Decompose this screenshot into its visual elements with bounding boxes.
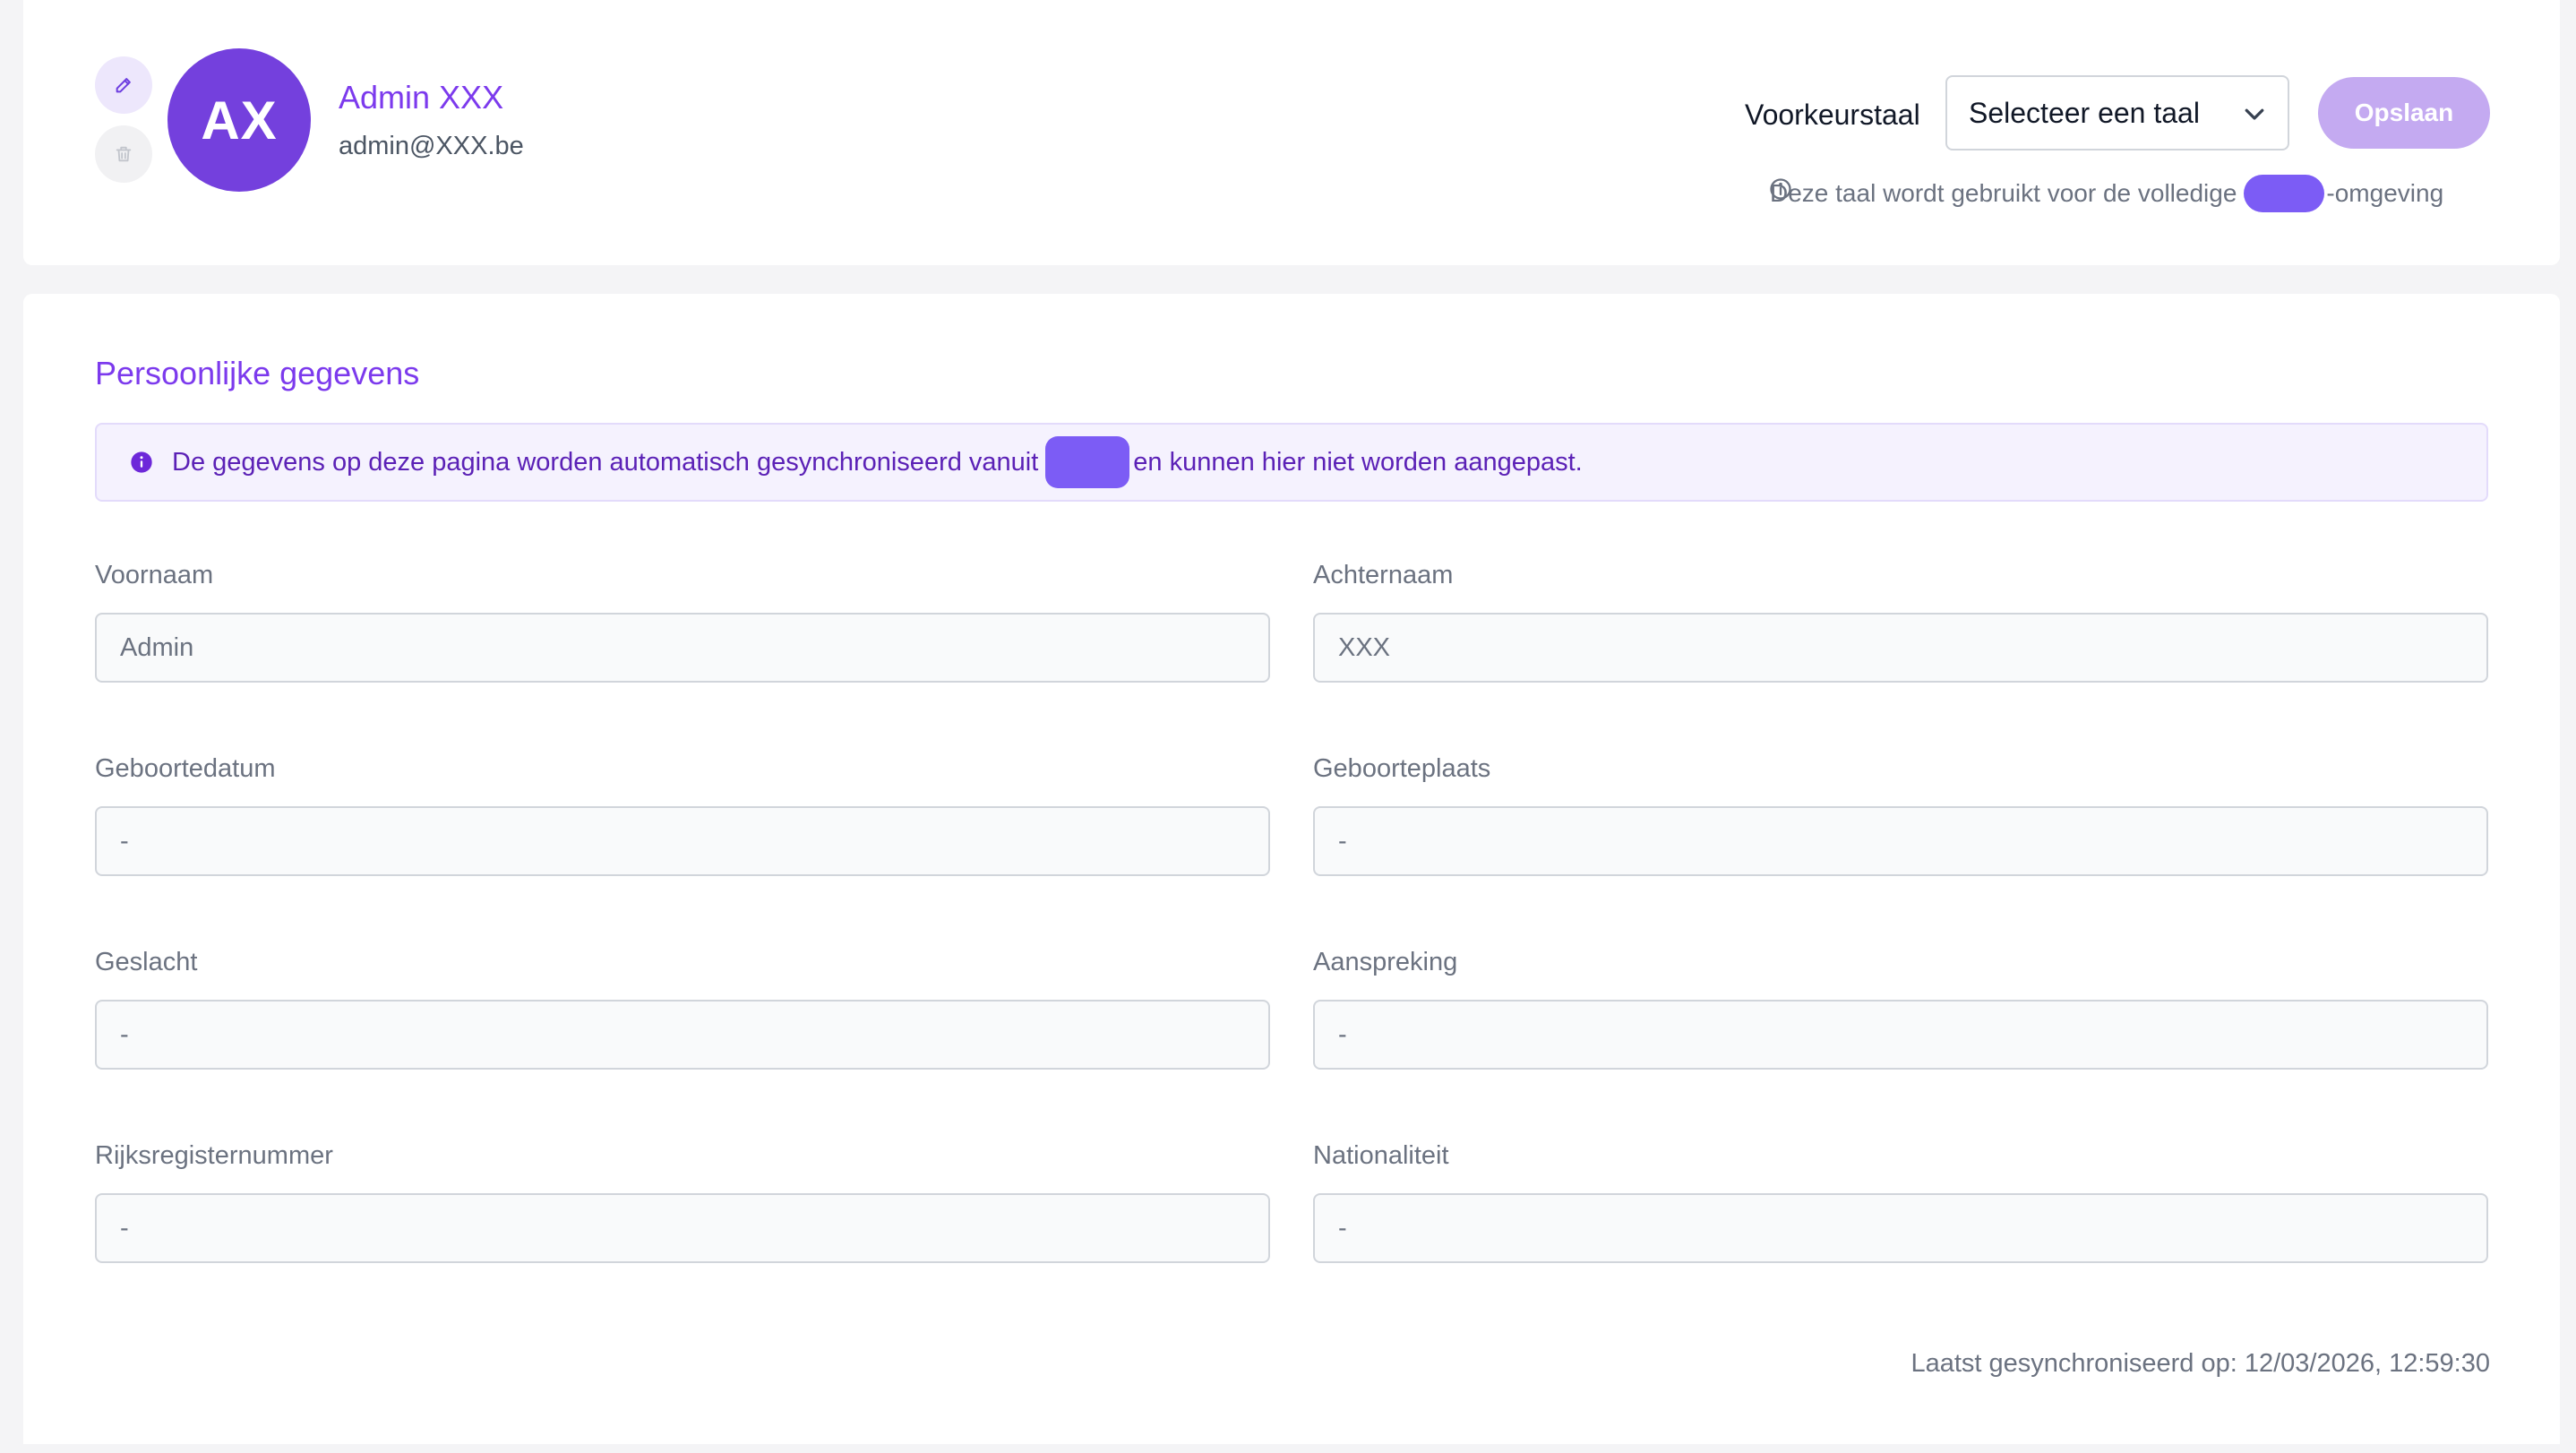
avatar: AX [167, 48, 311, 192]
delete-avatar-button[interactable] [95, 125, 152, 183]
language-label: Voorkeurstaal [1745, 99, 1920, 131]
language-select-value: Selecteer een taal [1969, 96, 2200, 129]
first-name-field[interactable]: Admin [95, 613, 1270, 683]
redacted-source-name [1045, 436, 1130, 488]
language-hint-text-before: Deze taal wordt gebruikt voor de volledi… [1770, 179, 2237, 207]
salutation-field[interactable]: - [1313, 1000, 2488, 1070]
language-hint: Deze taal wordt gebruikt voor de volledi… [1770, 175, 2443, 212]
pencil-icon [116, 78, 131, 93]
trash-icon [116, 146, 132, 162]
birth-place-label: Geboorteplaats [1313, 754, 1491, 783]
sync-notice: De gegevens op deze pagina worden automa… [95, 423, 2488, 502]
user-email: admin@XXX.be [339, 132, 524, 160]
chevron-down-icon [2245, 108, 2264, 120]
national-number-label: Rijksregisternummer [95, 1141, 333, 1170]
nationality-field[interactable]: - [1313, 1193, 2488, 1263]
redacted-app-name [2244, 175, 2325, 212]
national-number-field[interactable]: - [95, 1193, 1270, 1263]
nationality-label: Nationaliteit [1313, 1141, 1449, 1170]
birth-date-field[interactable]: - [95, 806, 1270, 876]
last-name-label: Achternaam [1313, 561, 1454, 589]
info-circle-icon [1770, 178, 1791, 200]
profile-page: AX Admin XXX admin@XXX.be Voorkeurstaal … [0, 0, 2576, 1453]
section-title: Persoonlijke gegevens [95, 355, 420, 391]
sync-notice-text-before: De gegevens op deze pagina worden automa… [172, 447, 1039, 477]
edit-avatar-button[interactable] [95, 56, 152, 114]
last-name-field[interactable]: XXX [1313, 613, 2488, 683]
personal-data-card: Persoonlijke gegevens De gegevens op dez… [23, 294, 2560, 1444]
gender-field[interactable]: - [95, 1000, 1270, 1070]
birth-place-field[interactable]: - [1313, 806, 2488, 876]
birth-date-label: Geboortedatum [95, 754, 276, 783]
info-filled-icon [131, 451, 152, 473]
language-select[interactable]: Selecteer een taal [1945, 75, 2289, 150]
last-synced-timestamp: Laatst gesynchroniseerd op: 12/03/2026, … [1911, 1349, 2490, 1378]
first-name-label: Voornaam [95, 561, 214, 589]
profile-header-card: AX Admin XXX admin@XXX.be Voorkeurstaal … [23, 0, 2560, 265]
user-name: Admin XXX [339, 79, 504, 116]
save-button[interactable]: Opslaan [2318, 77, 2490, 149]
gender-label: Geslacht [95, 948, 198, 976]
sync-notice-text-after: en kunnen hier niet worden aangepast. [1133, 447, 1583, 477]
language-hint-text-after: -omgeving [2326, 179, 2444, 207]
salutation-label: Aanspreking [1313, 948, 1458, 976]
